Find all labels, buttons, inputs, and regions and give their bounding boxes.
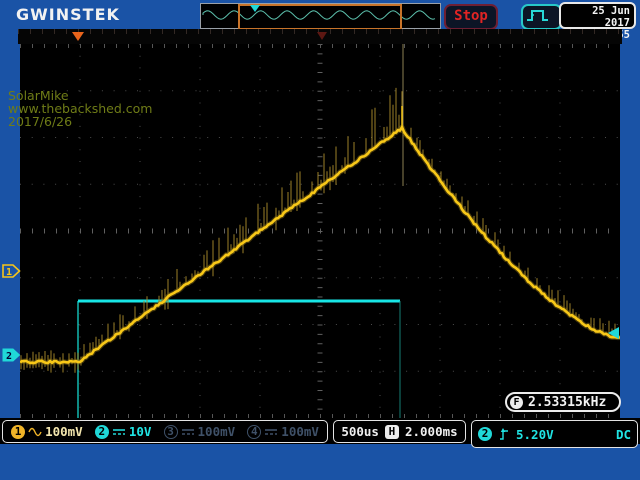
horizontal-position-ruler (18, 29, 622, 44)
trigger-frequency-readout: F 2.53315kHz (505, 392, 621, 412)
ch3-scale: 100mV (198, 424, 236, 439)
ac-coupling-icon (28, 426, 42, 438)
trigger-position-marker-icon[interactable] (72, 32, 84, 41)
trigger-level-marker-icon[interactable] (607, 326, 620, 340)
dc-coupling-icon (181, 426, 195, 438)
preview-window-region (238, 4, 402, 30)
ch1-position-marker-icon[interactable]: 1 (2, 264, 21, 278)
trigger-mode-button[interactable] (521, 4, 562, 30)
brand-logo: GWINSTEK (16, 5, 120, 24)
rising-edge-icon (498, 427, 510, 441)
ch2-badge: 2 (95, 425, 109, 439)
main-timebase: 2.000ms (405, 424, 458, 439)
ch4-scale: 100mV (281, 424, 319, 439)
date-text: 25 Jun 2017 (561, 5, 630, 29)
channel-settings-box: 1 100mV 2 10V 3 100mV (2, 420, 328, 443)
ch1-settings: 1 100mV (11, 424, 83, 439)
ch4-badge: 4 (247, 425, 261, 439)
ch2-scale: 10V (129, 424, 152, 439)
frequency-value: 2.53315kHz (528, 395, 606, 410)
ch1-scale: 100mV (45, 424, 83, 439)
ch2-position-marker-icon[interactable]: 2 (2, 348, 21, 362)
ch1-marker-label: 1 (6, 267, 12, 278)
ch2-marker-label: 2 (6, 351, 12, 362)
trigger-coupling: DC (616, 427, 631, 442)
memory-center-marker-icon (317, 32, 327, 40)
waveform-display (20, 44, 620, 418)
zoom-window-timebase: 500us (341, 424, 379, 439)
ch2-settings: 2 10V (95, 424, 152, 439)
ch3-settings: 3 100mV (164, 424, 236, 439)
ch4-settings: 4 100mV (247, 424, 319, 439)
ch3-badge: 3 (164, 425, 178, 439)
horizontal-icon: H (385, 425, 399, 439)
frequency-icon: F (510, 396, 523, 409)
oscilloscope-screen: GWINSTEK Stop 25 Jun 2017 23:59:55 Solar… (0, 0, 640, 480)
trigger-level-value: 5.20V (516, 427, 554, 442)
dc-coupling-icon (112, 426, 126, 438)
pulse-icon (523, 6, 556, 24)
dc-coupling-icon (264, 426, 278, 438)
trigger-settings-box: 2 5.20V DC (471, 420, 638, 448)
acquisition-preview-bar (200, 3, 441, 29)
run-stop-button[interactable]: Stop (444, 4, 498, 30)
ch1-badge: 1 (11, 425, 25, 439)
datetime-display: 25 Jun 2017 23:59:55 (559, 2, 636, 29)
timebase-box: 500us H 2.000ms (333, 420, 466, 443)
preview-trigger-marker-icon (250, 5, 260, 12)
status-bar: 1 100mV 2 10V 3 100mV (0, 418, 640, 444)
trigger-source-badge: 2 (478, 427, 492, 441)
